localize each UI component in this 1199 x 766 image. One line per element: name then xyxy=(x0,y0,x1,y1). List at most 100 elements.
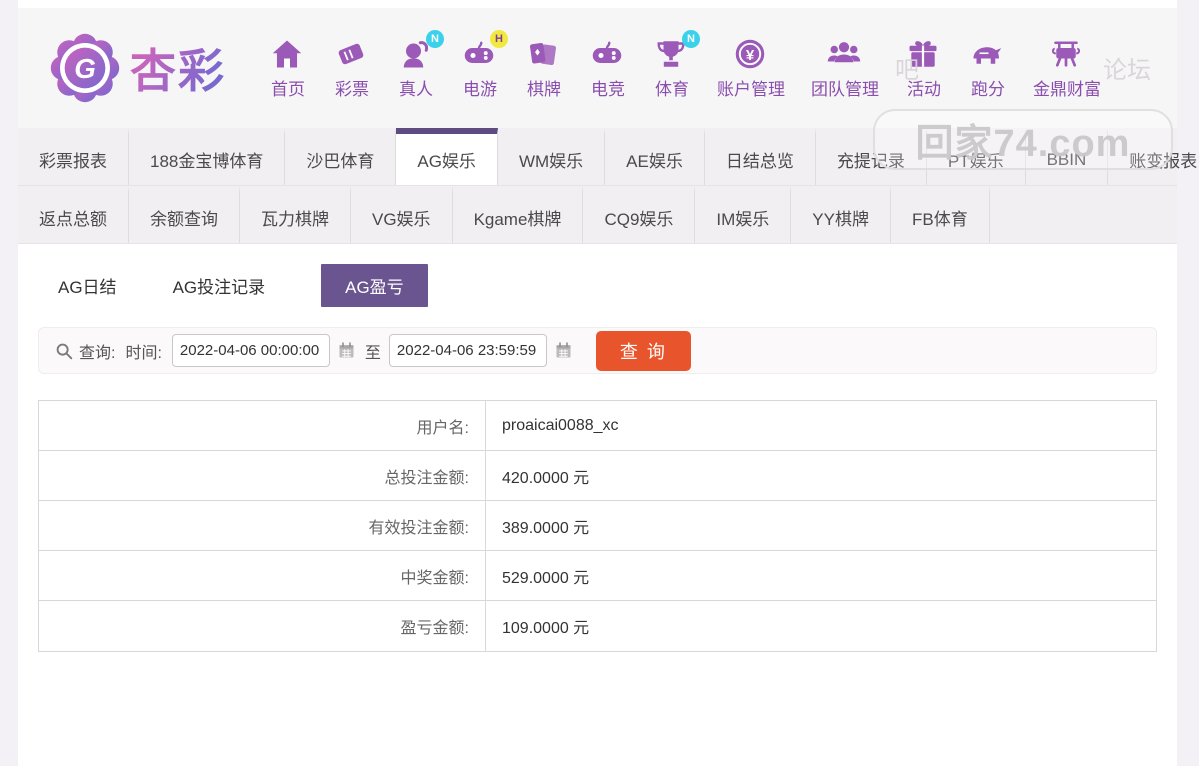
report-tab[interactable]: 188金宝博体育 xyxy=(129,128,286,185)
nav-item[interactable]: 团队管理 xyxy=(811,36,879,100)
nav-item[interactable]: 棋牌 xyxy=(525,36,563,100)
nav-item[interactable]: 首页 xyxy=(269,36,307,100)
report-tab[interactable]: YY棋牌 xyxy=(791,186,891,243)
report-tab[interactable]: VG娱乐 xyxy=(351,186,453,243)
report-tab[interactable]: 余额查询 xyxy=(129,186,240,243)
row-label: 有效投注金额: xyxy=(39,501,486,550)
brand-emblem-icon: G xyxy=(48,31,122,105)
report-tab[interactable]: AG娱乐 xyxy=(396,128,498,185)
date-to-input[interactable] xyxy=(388,334,547,367)
query-button[interactable]: 查 询 xyxy=(595,330,691,371)
table-row: 用户名: proaicai0088_xc xyxy=(39,401,1156,451)
report-tab[interactable]: 彩票报表 xyxy=(18,128,129,185)
search-icon xyxy=(53,340,75,362)
report-tab-label: 188金宝博体育 xyxy=(150,152,264,171)
nav-item-label: 棋牌 xyxy=(527,80,561,99)
row-label: 用户名: xyxy=(39,401,486,450)
ag-subtab[interactable]: AG投注记录 xyxy=(173,264,266,307)
report-tab[interactable]: PT娱乐 xyxy=(927,128,1026,185)
table-row: 盈亏金额: 109.0000 元 xyxy=(39,601,1156,651)
ag-subtabs: AG日结 AG投注记录 AG盈亏 xyxy=(18,244,1177,319)
nav-item-label: 跑分 xyxy=(971,80,1005,99)
table-row: 有效投注金额: 389.0000 元 xyxy=(39,501,1156,551)
report-tab-label: BBIN xyxy=(1046,149,1087,169)
brand-logo[interactable]: G 杏彩 xyxy=(48,31,226,105)
profit-summary-table: 用户名: proaicai0088_xc 总投注金额: 420.0000 元 有… xyxy=(38,400,1157,652)
row-label: 盈亏金额: xyxy=(39,601,486,651)
nav-badge: H xyxy=(490,30,508,48)
time-label: 时间: xyxy=(125,344,162,362)
header: G 杏彩 首页 彩票 N 真人 H 电游 棋牌 电竞 N 体育 ¥ 账户管理 团… xyxy=(18,8,1177,170)
report-tab-label: FB体育 xyxy=(911,210,968,229)
table-row: 中奖金额: 529.0000 元 xyxy=(39,551,1156,601)
report-tab-label: Kgame棋牌 xyxy=(473,210,562,229)
nav-item[interactable]: N 真人 xyxy=(397,30,444,100)
report-tab-label: 余额查询 xyxy=(150,210,218,229)
nav-item-label: 体育 xyxy=(655,80,689,99)
ticket-icon xyxy=(333,36,369,72)
report-tab-label: PT娱乐 xyxy=(947,152,1004,171)
report-tab-label: 账变报表 xyxy=(1129,152,1198,171)
nav-item-label: 账户管理 xyxy=(717,80,785,99)
report-tab[interactable]: 日结总览 xyxy=(705,128,816,185)
nav-item[interactable]: 金鼎财富 xyxy=(1033,36,1101,100)
report-tab[interactable]: 账变报表 xyxy=(1108,128,1199,185)
report-tab-label: 彩票报表 xyxy=(39,152,107,171)
report-tab[interactable]: BBIN xyxy=(1026,128,1109,185)
svg-text:¥: ¥ xyxy=(746,47,755,64)
nav-item-label: 电竞 xyxy=(591,80,625,99)
nav-badge: N xyxy=(426,30,444,48)
report-tab[interactable]: 充提记录 xyxy=(816,128,927,185)
page: G 杏彩 首页 彩票 N 真人 H 电游 棋牌 电竞 N 体育 ¥ 账户管理 团… xyxy=(0,0,1199,766)
svg-text:G: G xyxy=(74,53,96,84)
report-tab-label: 瓦力棋牌 xyxy=(261,210,329,229)
report-tabbar: 彩票报表 188金宝博体育 沙巴体育 AG娱乐 WM娱乐 AE娱乐 日结总览 充… xyxy=(18,128,1197,244)
report-tab-label: 日结总览 xyxy=(725,152,794,171)
calendar-icon[interactable] xyxy=(553,340,574,361)
brand-name: 杏彩 xyxy=(130,35,226,101)
tab-row-2: 返点总额 余额查询 瓦力棋牌 VG娱乐 Kgame棋牌 CQ9娱乐 IM娱乐 Y… xyxy=(18,185,1177,243)
ag-subtab[interactable]: AG盈亏 xyxy=(321,264,428,307)
date-from-input[interactable] xyxy=(171,334,330,367)
cards-icon xyxy=(525,36,561,72)
esports-gamepad-icon xyxy=(589,36,625,72)
nav-item-label: 真人 xyxy=(399,80,433,99)
row-value: 529.0000 元 xyxy=(502,569,590,587)
calendar-icon[interactable] xyxy=(336,340,357,361)
query-label: 查询: xyxy=(79,344,116,362)
report-tab-label: AG娱乐 xyxy=(417,152,476,171)
report-tab[interactable]: IM娱乐 xyxy=(695,186,792,243)
report-tab[interactable]: AE娱乐 xyxy=(605,128,705,185)
row-value: proaicai0088_xc xyxy=(502,416,619,434)
nav-item[interactable]: 彩票 xyxy=(333,36,371,100)
ag-subtab-label: AG盈亏 xyxy=(345,278,404,297)
to-label: 至 xyxy=(364,344,381,362)
nav-item[interactable]: H 电游 xyxy=(461,30,508,100)
nav-item[interactable]: N 体育 xyxy=(653,30,700,100)
nav-item[interactable]: ¥ 账户管理 xyxy=(717,36,785,100)
main-column: G 杏彩 首页 彩票 N 真人 H 电游 棋牌 电竞 N 体育 ¥ 账户管理 团… xyxy=(18,0,1197,766)
gift-icon xyxy=(905,36,941,72)
nav-item[interactable]: 活动 xyxy=(905,36,943,100)
nav-badge: N xyxy=(682,30,700,48)
report-tab[interactable]: FB体育 xyxy=(891,186,990,243)
nav-item-label: 团队管理 xyxy=(811,80,879,99)
table-row: 总投注金额: 420.0000 元 xyxy=(39,451,1156,501)
ag-subtab-label: AG投注记录 xyxy=(172,278,266,297)
tripod-icon xyxy=(1048,36,1084,72)
report-tab[interactable]: Kgame棋牌 xyxy=(453,186,584,243)
report-tab[interactable]: 沙巴体育 xyxy=(285,128,397,185)
report-tab[interactable]: 返点总额 xyxy=(18,186,129,243)
report-tab-label: 充提记录 xyxy=(836,152,905,171)
report-tab[interactable]: CQ9娱乐 xyxy=(583,186,696,243)
row-value: 109.0000 元 xyxy=(502,620,590,637)
report-tab[interactable]: WM娱乐 xyxy=(498,128,606,185)
nav-item[interactable]: 电竞 xyxy=(589,36,627,100)
ag-subtab[interactable]: AG日结 xyxy=(58,264,117,307)
tab-row-1: 彩票报表 188金宝博体育 沙巴体育 AG娱乐 WM娱乐 AE娱乐 日结总览 充… xyxy=(18,128,1197,185)
primary-nav: 首页 彩票 N 真人 H 电游 棋牌 电竞 N 体育 ¥ 账户管理 团队管理 活… xyxy=(256,30,1114,100)
report-tab[interactable]: 瓦力棋牌 xyxy=(240,186,351,243)
nav-item[interactable]: 跑分 xyxy=(969,36,1007,100)
report-tab-label: YY棋牌 xyxy=(812,210,869,229)
report-tab-label: 返点总额 xyxy=(39,210,107,229)
